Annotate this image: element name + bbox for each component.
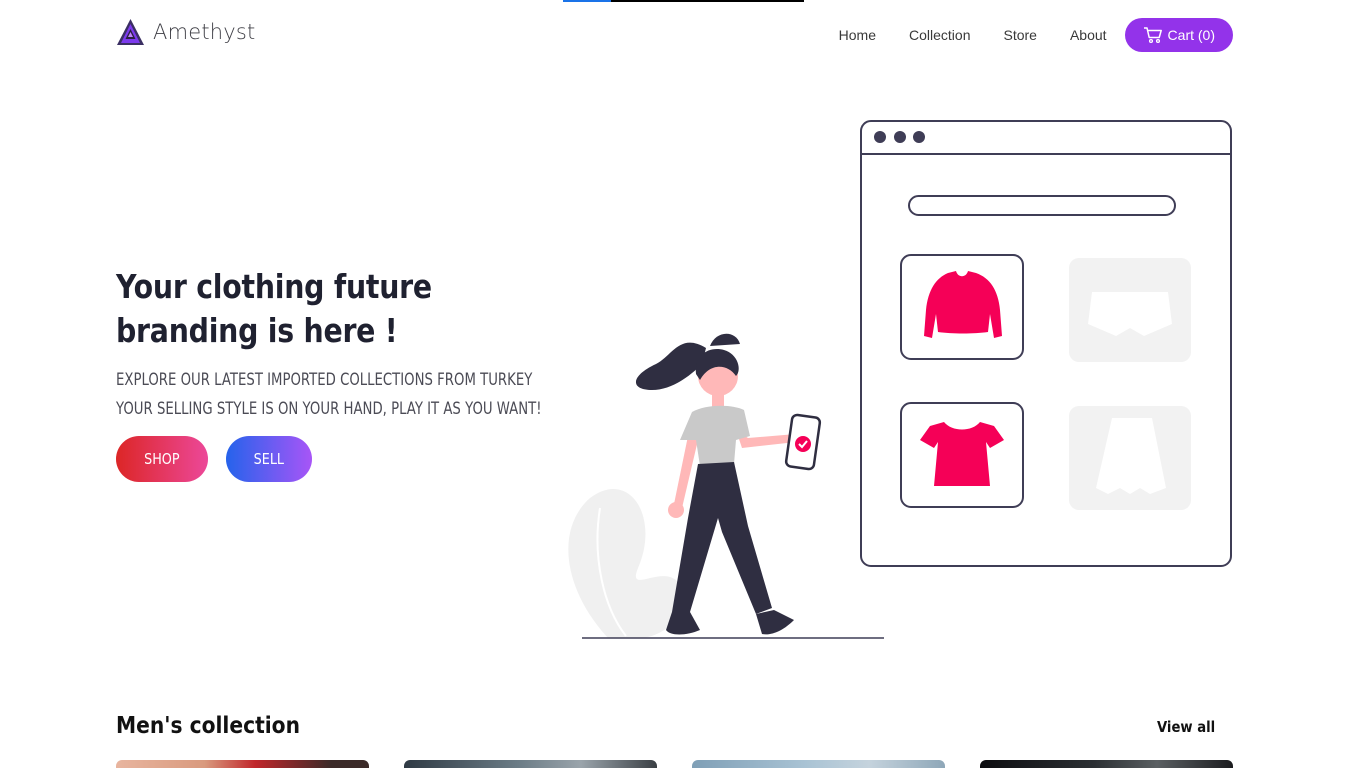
amethyst-logo-icon: [117, 19, 144, 45]
page-load-progress-fill: [563, 0, 611, 2]
nav-link-collection[interactable]: Collection: [909, 27, 970, 43]
shop-button-label: SHOP: [144, 450, 180, 468]
cart-icon: [1143, 27, 1162, 44]
plant-icon: [568, 488, 684, 638]
shop-button[interactable]: SHOP: [116, 436, 208, 482]
cart-button[interactable]: Cart (0): [1124, 18, 1233, 52]
product-card-image[interactable]: [404, 760, 657, 768]
nav-links: Home Collection Store About Cart (0): [839, 18, 1233, 52]
view-all-link[interactable]: View all: [1157, 718, 1215, 736]
product-card-image[interactable]: [116, 760, 369, 768]
hero-subtitle-line-1: EXPLORE OUR LATEST IMPORTED COLLECTIONS …: [116, 370, 533, 390]
mens-collection-title: Men's collection: [116, 713, 301, 739]
product-card-image[interactable]: [980, 760, 1233, 768]
nav-link-about[interactable]: About: [1070, 27, 1107, 43]
hero-subtitle: EXPLORE OUR LATEST IMPORTED COLLECTIONS …: [116, 366, 542, 424]
browser-window-graphic: [860, 120, 1232, 567]
nav-link-home[interactable]: Home: [839, 27, 876, 43]
hero-illustration: [568, 120, 1232, 639]
brand-name: Amethyst: [153, 20, 256, 44]
phone-icon: [784, 413, 822, 471]
cart-label: Cart (0): [1167, 27, 1215, 43]
hero-title: Your clothing future branding is here !: [116, 267, 432, 350]
navbar: Amethyst Home Collection Store About Car…: [116, 16, 1233, 56]
sell-button[interactable]: SELL: [226, 436, 312, 482]
nav-link-store[interactable]: Store: [1003, 27, 1036, 43]
hero-subtitle-line-2: YOUR SELLING STYLE IS ON YOUR HAND, PLAY…: [116, 399, 542, 419]
product-card-image[interactable]: [692, 760, 945, 768]
mens-collection-cards: [116, 760, 1233, 768]
sell-button-label: SELL: [253, 450, 285, 468]
search-bar-graphic: [908, 195, 1176, 216]
brand-link[interactable]: Amethyst: [116, 18, 256, 46]
page-load-progress-bar: [563, 0, 804, 2]
